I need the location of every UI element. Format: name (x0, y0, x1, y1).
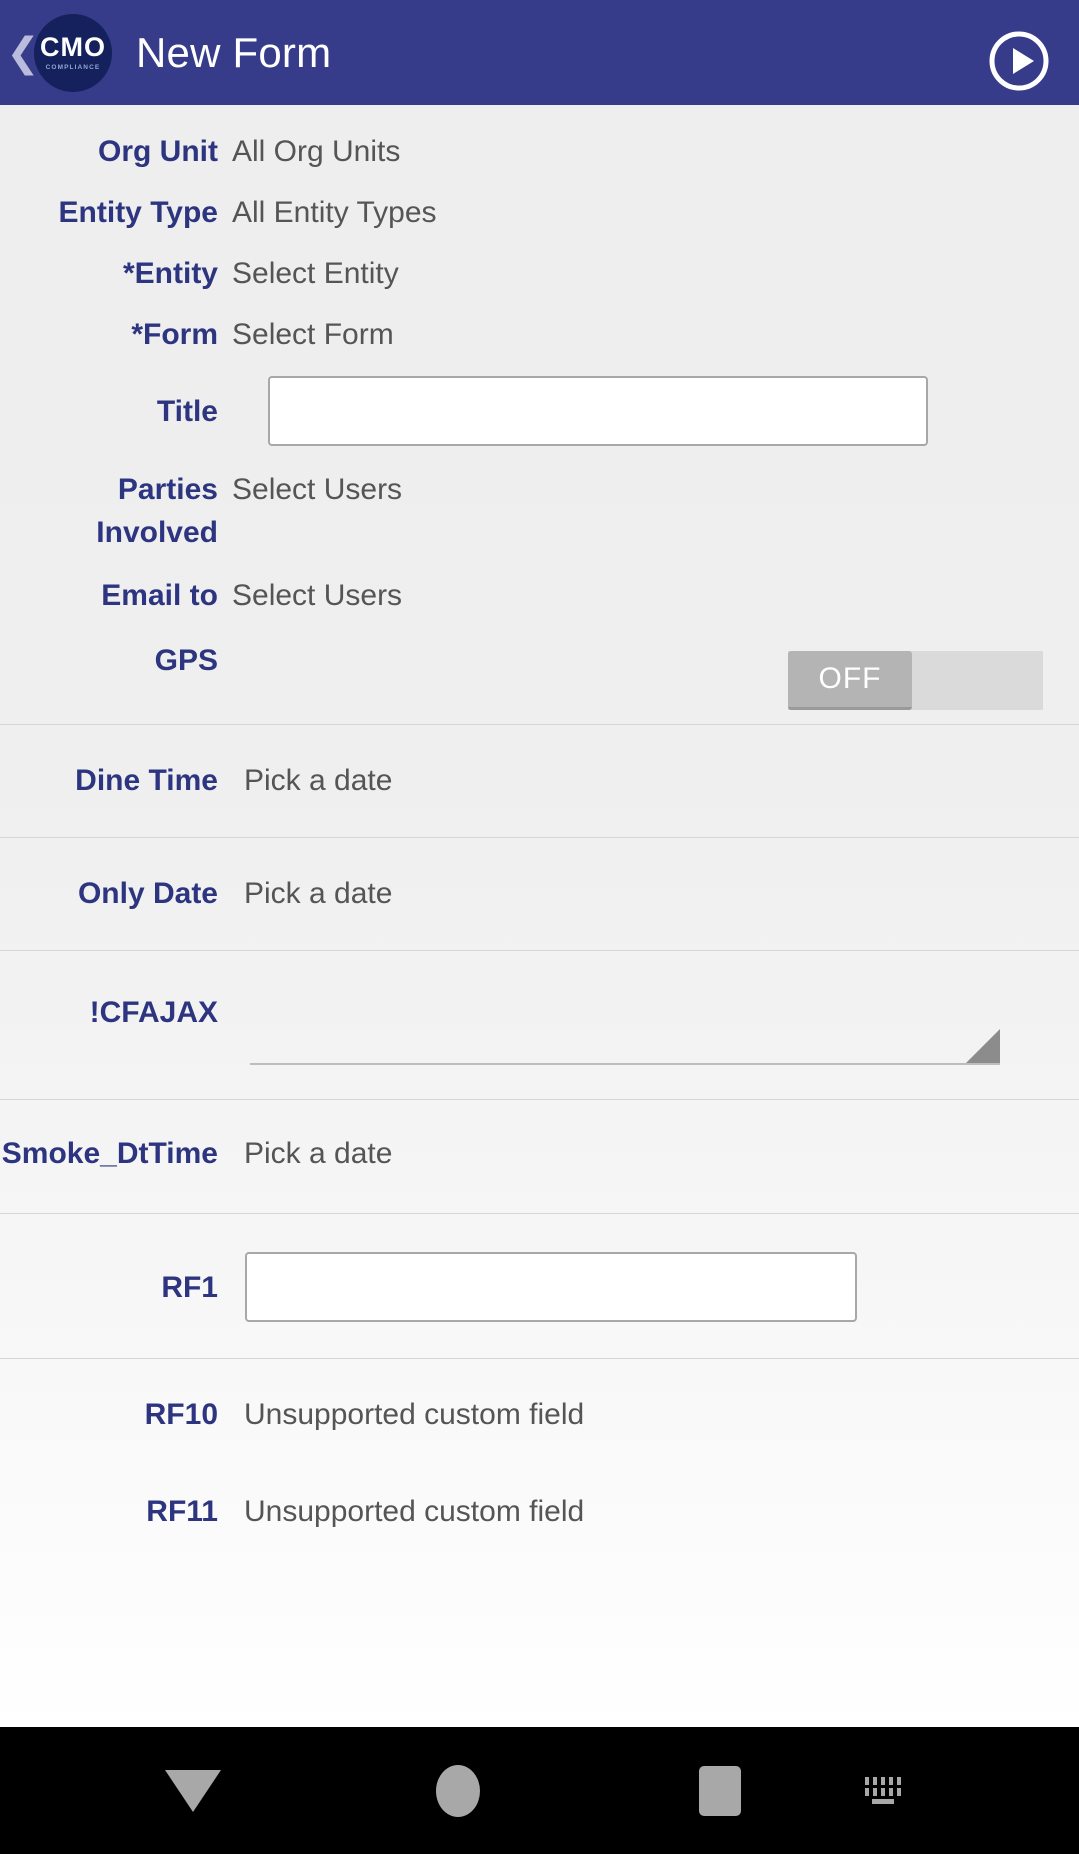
value-parties-involved[interactable]: Select Users (218, 468, 402, 511)
phone-screen: ❮ CMO COMPLIANCE New Form Org Unit All O… (0, 0, 1079, 1854)
form-row-smoke-dttime[interactable]: Smoke_DtTime Pick a date (0, 1132, 1079, 1175)
form-row-gps[interactable]: GPS OFF (0, 639, 1079, 724)
form-row-rf10[interactable]: RF10 Unsupported custom field (0, 1393, 1079, 1436)
label-title: Title (156, 394, 218, 428)
nav-keyboard-button[interactable] (845, 1727, 920, 1854)
label-rf11: RF11 (146, 1495, 218, 1528)
form-row-rf1[interactable]: RF1 (0, 1252, 1079, 1322)
form-row-rf11[interactable]: RF11 Unsupported custom field (0, 1490, 1079, 1533)
label-dine-time: Dine Time (75, 764, 218, 797)
label-entity-type: Entity Type (58, 196, 218, 229)
form-row-only-date[interactable]: Only Date Pick a date (0, 872, 1079, 915)
cmo-logo: CMO COMPLIANCE (34, 13, 112, 92)
form-row-entity[interactable]: *Entity Select Entity (0, 252, 1079, 295)
app-bar: ❮ CMO COMPLIANCE New Form (0, 0, 1079, 105)
form-row-form[interactable]: *Form Select Form (0, 313, 1079, 356)
cfajax-spinner[interactable] (250, 1023, 1000, 1065)
label-email-to: Email to (101, 579, 218, 612)
label-cfajax: !CFAJAX (89, 996, 218, 1029)
label-parties-involved: Parties Involved (96, 473, 218, 549)
form-row-parties-involved[interactable]: Parties Involved Select Users (0, 468, 1079, 554)
value-rf11: Unsupported custom field (244, 1495, 585, 1528)
form-row-entity-type[interactable]: Entity Type All Entity Types (0, 191, 1079, 234)
value-email-to[interactable]: Select Users (218, 574, 402, 617)
logo-subtext: COMPLIANCE (45, 63, 101, 71)
value-rf10: Unsupported custom field (244, 1398, 585, 1431)
value-entity-type[interactable]: All Entity Types (218, 191, 437, 234)
value-entity[interactable]: Select Entity (218, 252, 399, 295)
label-gps: GPS (154, 644, 218, 677)
label-only-date: Only Date (77, 877, 218, 910)
row-separator (0, 950, 1079, 951)
value-org-unit[interactable]: All Org Units (218, 130, 400, 173)
value-only-date[interactable]: Pick a date (218, 872, 392, 915)
logo-text: CMO (40, 31, 106, 62)
label-rf10: RF10 (144, 1398, 218, 1431)
form-row-title[interactable]: Title (0, 376, 1079, 446)
chevron-down-icon (966, 1029, 1000, 1063)
gps-toggle-thumb[interactable]: OFF (788, 651, 912, 710)
label-form: *Form (131, 318, 218, 351)
title-input[interactable] (268, 376, 928, 446)
value-dine-time[interactable]: Pick a date (218, 759, 392, 802)
row-separator (0, 1099, 1079, 1100)
nav-recents-square-icon (698, 1765, 741, 1816)
rf1-input[interactable] (245, 1252, 857, 1322)
submit-play-button[interactable] (988, 30, 1050, 92)
nav-home-circle-icon (435, 1764, 480, 1817)
form-scroll-area[interactable]: Org Unit All Org Units Entity Type All E… (0, 105, 1079, 1727)
label-rf1: RF1 (161, 1270, 218, 1304)
row-separator (0, 1213, 1079, 1214)
nav-keyboard-icon (864, 1777, 901, 1804)
spinner-underline (250, 1063, 1000, 1065)
nav-back-triangle-icon (164, 1769, 221, 1812)
label-smoke-dttime: Smoke_DtTime (1, 1137, 218, 1170)
gps-toggle[interactable]: OFF (788, 651, 1043, 710)
value-smoke-dttime[interactable]: Pick a date (218, 1132, 392, 1175)
play-circle-icon (989, 31, 1049, 91)
form-row-email-to[interactable]: Email to Select Users (0, 574, 1079, 617)
label-org-unit: Org Unit (98, 135, 218, 168)
form-row-dine-time[interactable]: Dine Time Pick a date (0, 759, 1079, 802)
form-row-org-unit[interactable]: Org Unit All Org Units (0, 130, 1079, 173)
nav-recents-button[interactable] (682, 1727, 757, 1854)
value-form[interactable]: Select Form (218, 313, 394, 356)
row-separator (0, 837, 1079, 838)
row-separator (0, 724, 1079, 725)
page-title: New Form (136, 28, 332, 76)
nav-home-button[interactable] (420, 1727, 495, 1854)
form-row-cfajax[interactable]: !CFAJAX (0, 991, 1079, 1065)
label-entity: *Entity (122, 257, 218, 290)
row-separator (0, 1358, 1079, 1359)
nav-back-button[interactable] (155, 1727, 230, 1854)
android-navigation-bar (0, 1727, 1079, 1854)
